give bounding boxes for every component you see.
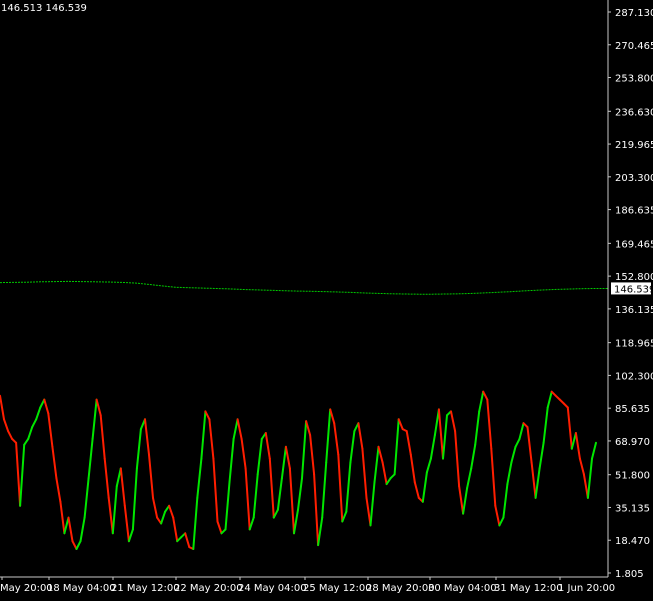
y-tick-label: 68.970 xyxy=(615,437,650,448)
chart-canvas: 287.130 270.465 253.800 236.630 219.965 203.3… xyxy=(0,0,653,597)
x-tick-label: 30 May 04:00 xyxy=(428,583,497,594)
y-tick-label: 18.470 xyxy=(615,536,650,547)
y-tick-label: 35.135 xyxy=(615,503,650,514)
y-tick-label: 85.635 xyxy=(615,404,650,415)
x-tick-label: 18 May 04:00 xyxy=(47,583,116,594)
y-tick-label: 169.465 xyxy=(615,239,653,250)
y-tick-label: 219.965 xyxy=(615,140,653,151)
y-tick-label: 253.800 xyxy=(615,74,653,85)
x-tick-label: 21 May 12:00 xyxy=(111,583,180,594)
y-tick-label: 102.300 xyxy=(615,371,653,382)
y-tick-label: 1.805 xyxy=(615,569,644,580)
y-tick-label: 118.965 xyxy=(615,339,653,350)
chart: 146.513 146.539 287.130 270.465 253.800 236… xyxy=(0,0,653,597)
x-tick-label: 22 May 20:00 xyxy=(174,583,243,594)
x-tick-label: 25 May 12:00 xyxy=(303,583,372,594)
current-price-label: 146.539 xyxy=(614,284,653,295)
y-tick-label: 186.635 xyxy=(615,206,653,217)
y-tick-label: 203.300 xyxy=(615,173,653,184)
y-tick-label: 236.630 xyxy=(615,107,653,118)
x-tick-label: 24 May 04:00 xyxy=(238,583,307,594)
price-quote-label: 146.513 146.539 xyxy=(1,3,87,14)
x-tick-label: 31 May 12:00 xyxy=(494,583,563,594)
y-tick-label: 51.800 xyxy=(615,471,650,482)
y-tick-label: 136.135 xyxy=(615,305,653,316)
x-tick-label: 1 Jun 20:00 xyxy=(558,583,615,594)
y-tick-label: 152.800 xyxy=(615,272,653,283)
y-tick-label: 270.465 xyxy=(615,41,653,52)
x-tick-label: 28 May 20:00 xyxy=(366,583,435,594)
y-tick-label: 287.130 xyxy=(615,8,653,19)
x-tick-label: May 20:00 xyxy=(0,583,53,594)
